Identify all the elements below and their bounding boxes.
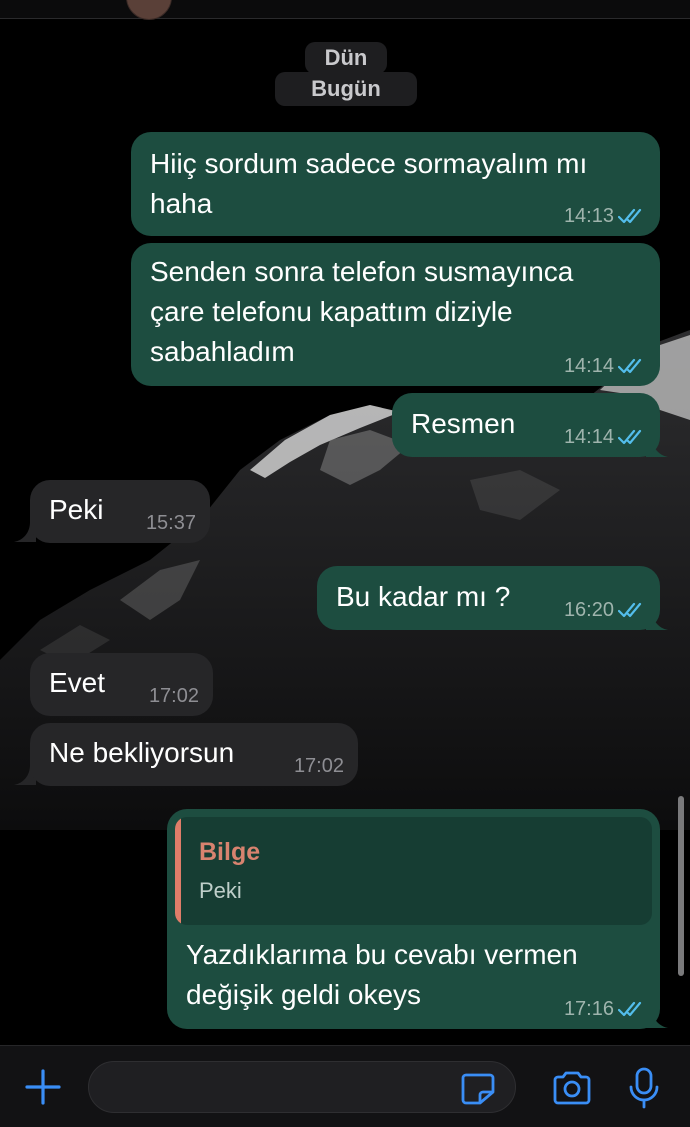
- message-text-line: Resmen: [411, 408, 516, 439]
- message-text-line: Ne bekliyorsun: [49, 737, 235, 768]
- message-time: 17:02: [148, 685, 199, 707]
- message-meta: 14:14: [564, 355, 646, 377]
- message-text-line: Peki: [49, 494, 104, 525]
- message-text-line: Senden sonra telefon susmayınca: [150, 256, 574, 287]
- message-text-line: değişik geldi okeys: [186, 979, 422, 1010]
- message-meta: 16:20: [564, 599, 646, 621]
- message-text-line: Evet: [49, 667, 106, 698]
- quoted-sender-name: Bilge: [199, 838, 261, 866]
- contact-avatar[interactable]: [126, 0, 172, 20]
- message-text-line: sabahladım: [150, 336, 295, 367]
- message-time: 17:02: [293, 755, 344, 777]
- message-meta: 17:02: [149, 685, 199, 707]
- message-meta: 15:37: [146, 512, 196, 534]
- double-check-icon: [618, 208, 642, 224]
- double-check-icon: [618, 358, 642, 374]
- quoted-message-text: Peki: [199, 878, 242, 903]
- date-separator-today: Bugün: [275, 72, 417, 106]
- plus-icon[interactable]: [24, 1068, 62, 1106]
- quoted-message[interactable]: Bilge Peki: [175, 817, 652, 925]
- message-bubble-incoming[interactable]: Ne bekliyorsun 17:02: [30, 723, 358, 786]
- microphone-icon[interactable]: [628, 1066, 660, 1110]
- double-check-icon: [618, 1001, 642, 1017]
- message-bubble-outgoing[interactable]: Senden sonra telefon susmayınca çare tel…: [131, 243, 660, 386]
- message-time: 14:14: [563, 426, 614, 448]
- message-bubble-outgoing[interactable]: Resmen 14:14: [392, 393, 660, 457]
- message-text-line: haha: [150, 188, 213, 219]
- date-separator-yesterday: Dün: [305, 42, 387, 74]
- message-bubble-outgoing-reply[interactable]: Bilge Peki Yazdıklarıma bu cevabı vermen…: [167, 809, 660, 1029]
- message-time: 17:16: [563, 998, 614, 1020]
- double-check-icon: [618, 429, 642, 445]
- message-bubble-outgoing[interactable]: Hiiç sordum sadece sormayalım mı haha 14…: [131, 132, 660, 236]
- message-meta: 14:14: [564, 426, 646, 448]
- message-input[interactable]: [88, 1061, 516, 1113]
- message-time: 14:13: [563, 205, 614, 227]
- message-bubble-incoming[interactable]: Peki 15:37: [30, 480, 210, 543]
- message-time: 16:20: [563, 599, 614, 621]
- sticker-icon[interactable]: [460, 1072, 496, 1106]
- message-time: 14:14: [563, 355, 614, 377]
- message-text-line: Bu kadar mı ?: [336, 581, 511, 612]
- message-meta: 17:02: [294, 755, 344, 777]
- camera-icon[interactable]: [551, 1070, 593, 1106]
- quote-accent-bar: [175, 817, 181, 925]
- message-bubble-incoming[interactable]: Evet 17:02: [30, 653, 213, 716]
- message-meta: 14:13: [564, 205, 646, 227]
- message-text-line: Yazdıklarıma bu cevabı vermen: [186, 939, 578, 970]
- message-text-line: Hiiç sordum sadece sormayalım mı: [150, 148, 588, 179]
- message-meta: 17:16: [564, 998, 646, 1020]
- chat-scrollbar[interactable]: [678, 796, 684, 976]
- message-text-line: çare telefonu kapattım diziyle: [150, 296, 513, 327]
- message-time: 15:37: [145, 512, 196, 534]
- message-composer: [0, 1045, 690, 1127]
- chat-header: [0, 0, 690, 20]
- message-bubble-outgoing[interactable]: Bu kadar mı ? 16:20: [317, 566, 660, 630]
- double-check-icon: [618, 602, 642, 618]
